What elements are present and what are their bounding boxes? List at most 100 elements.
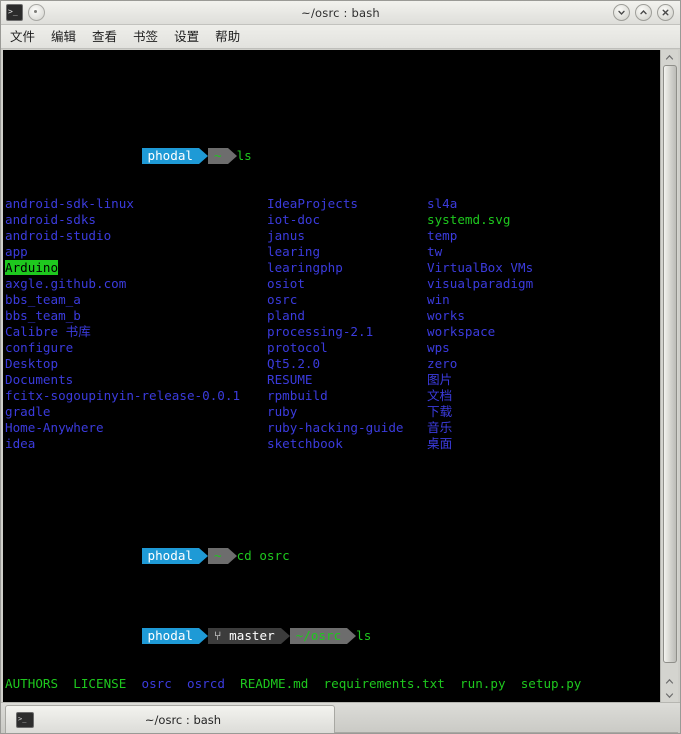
- ls-entry: 桌面: [427, 436, 452, 452]
- ls-entry-name: temp: [427, 228, 458, 243]
- menu-dot-icon[interactable]: [28, 4, 45, 21]
- scrollbar-thumb[interactable]: [662, 65, 677, 663]
- ls-entry-gap: [506, 676, 521, 691]
- ls-row: android-studio janus temp: [5, 228, 660, 244]
- ls-entry-name: sketchbook: [267, 436, 343, 451]
- tab-bar-filler: [335, 705, 678, 733]
- ls-entry-name: tw: [427, 244, 443, 259]
- ls-entry: osiot: [267, 276, 427, 292]
- ls-entry-name: 图片: [427, 372, 453, 387]
- menu-item-settings[interactable]: 设置: [174, 25, 199, 48]
- ls-entry-name: sl4a: [427, 196, 458, 211]
- ls-entry-name: osrc: [141, 676, 172, 691]
- ls-entry: workspace: [427, 324, 495, 340]
- prompt-user: phodal: [141, 548, 199, 564]
- ls-entry-name: ruby: [267, 404, 298, 419]
- ls-entry-gap: [225, 676, 240, 691]
- ls-entry: Calibre 书库: [5, 324, 267, 340]
- ls-entry-name: win: [427, 292, 450, 307]
- prompt-line-3: phodal ⑂ master ~/osrc ls: [5, 596, 660, 644]
- tab-label: ~/osrc : bash: [144, 712, 222, 727]
- ls-entry-name: iot-doc: [267, 212, 321, 227]
- ls-entry-name: Qt5.2.0: [267, 356, 321, 371]
- close-button[interactable]: [657, 4, 674, 21]
- ls-entry-name: osrcd: [187, 676, 225, 691]
- minimize-button[interactable]: [613, 4, 630, 21]
- ls-entry: rpmbuild: [267, 388, 427, 404]
- ls-entry: android-sdks: [5, 212, 267, 228]
- prompt-arrow-icon: [199, 548, 208, 564]
- menu-item-file[interactable]: 文件: [10, 25, 35, 48]
- ls-entry-name: Desktop: [5, 356, 59, 371]
- ls-row: idea sketchbook 桌面: [5, 436, 660, 452]
- prompt-line-1: phodal ~ ls: [5, 116, 660, 164]
- terminal-icon: [16, 711, 34, 728]
- ls-entry-name: setup.py: [520, 676, 582, 691]
- ls-entry: configure: [5, 340, 267, 356]
- menu-item-help[interactable]: 帮助: [215, 25, 240, 48]
- ls-entry: bbs_team_a: [5, 292, 267, 308]
- ls-entry: 音乐: [427, 420, 452, 436]
- scroll-down-button[interactable]: [661, 688, 678, 702]
- prompt-path: ~/osrc: [289, 628, 348, 644]
- prompt-command: ls: [236, 148, 252, 163]
- ls-entry: RESUME: [267, 372, 427, 388]
- ls-entry: learing: [267, 244, 427, 260]
- ls-entry: Home-Anywhere: [5, 420, 267, 436]
- ls-entry-gap: [445, 676, 460, 691]
- ls-row: Documents RESUME 图片: [5, 372, 660, 388]
- ls-entry-name: learingphp: [267, 260, 343, 275]
- ls-entry: zero: [427, 356, 457, 372]
- menu-item-view[interactable]: 查看: [92, 25, 117, 48]
- ls-entry: android-studio: [5, 228, 267, 244]
- ls-entry: gradle: [5, 404, 267, 420]
- ls-entry: janus: [267, 228, 427, 244]
- scroll-up-button[interactable]: [661, 50, 678, 64]
- ls-entry: learingphp: [267, 260, 427, 276]
- ls-entry: tw: [427, 244, 442, 260]
- ls-entry-name: android-sdk-linux: [5, 196, 134, 211]
- ls-entry-name: janus: [267, 228, 305, 243]
- tab-session-bash[interactable]: ~/osrc : bash: [5, 705, 335, 733]
- prompt-arrow-icon: [199, 148, 208, 164]
- ls-entry-name: android-sdks: [5, 212, 96, 227]
- prompt-user: phodal: [141, 628, 199, 644]
- ls-entry-name: IdeaProjects: [267, 196, 358, 211]
- ls-entry-name: gradle: [5, 404, 51, 419]
- terminal-area: phodal ~ ls android-sdk-linux IdeaProjects s…: [1, 49, 680, 702]
- menu-item-bookmarks[interactable]: 书签: [133, 25, 158, 48]
- ls-entry: Arduino: [5, 260, 267, 276]
- ls-entry: visualparadigm: [427, 276, 533, 292]
- powerline-prompt: phodal ~ cd osrc: [66, 532, 290, 564]
- ls-entry: Qt5.2.0: [267, 356, 427, 372]
- scroll-up-button-bottom[interactable]: [661, 674, 678, 688]
- ls-row: android-sdk-linux IdeaProjects sl4a: [5, 196, 660, 212]
- ls-entry-name: bbs_team_b: [5, 308, 81, 323]
- ls-entry: win: [427, 292, 450, 308]
- ls-entry: ruby: [267, 404, 427, 420]
- scroll-arrow-pair: [661, 674, 678, 702]
- ls-entry: wps: [427, 340, 450, 356]
- ls-entry-name: works: [427, 308, 465, 323]
- prompt-user: phodal: [141, 148, 199, 164]
- ls-entry-name: processing-2.1: [267, 324, 374, 339]
- chevron-down-icon: [618, 10, 625, 16]
- ls-entry-name: 文档: [427, 388, 453, 403]
- ls-row: gradle ruby 下载: [5, 404, 660, 420]
- ls-entry: axgle.github.com: [5, 276, 267, 292]
- ls-entry-name: bbs_team_a: [5, 292, 81, 307]
- ls-entry: protocol: [267, 340, 427, 356]
- menu-item-edit[interactable]: 编辑: [51, 25, 76, 48]
- window-title: ~/osrc : bash: [301, 5, 380, 20]
- vertical-scrollbar[interactable]: [660, 50, 678, 702]
- scrollbar-track[interactable]: [661, 64, 678, 674]
- terminal-output[interactable]: phodal ~ ls android-sdk-linux IdeaProjects s…: [3, 50, 660, 702]
- ls-entry-name: fcitx-sogoupinyin-release-0.0.1: [5, 388, 241, 403]
- ls-entry-name: configure: [5, 340, 74, 355]
- ls-entry-gap: [58, 676, 73, 691]
- maximize-button[interactable]: [635, 4, 652, 21]
- ls-entry-name: osrc: [267, 292, 298, 307]
- ls-entry-name: osiot: [267, 276, 305, 291]
- ls-entry-name: wps: [427, 340, 450, 355]
- ls-entry-name: app: [5, 244, 28, 259]
